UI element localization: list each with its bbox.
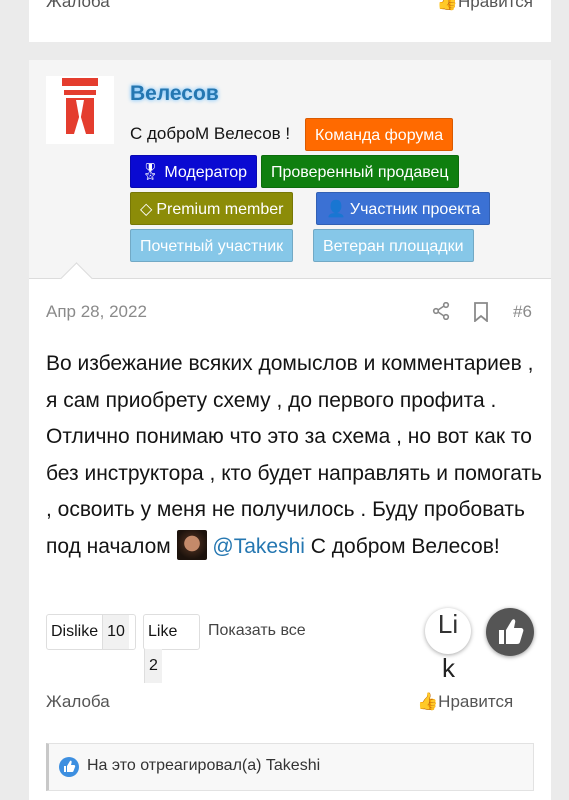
post: Велесов С доброМ Велесов ! Команда форум… <box>29 60 551 800</box>
user-info: Велесов С доброМ Велесов ! Команда форум… <box>29 60 551 279</box>
post-number[interactable]: #6 <box>513 302 532 322</box>
show-all-reactions-link[interactable]: Показать все <box>208 622 306 640</box>
badge-moderator: 🎖 Модератор <box>130 155 257 188</box>
like-button[interactable]: 👍Нравится <box>417 692 513 712</box>
badge-team: Команда форума <box>305 118 454 151</box>
dislike-count: 10 <box>102 615 129 649</box>
avatar[interactable] <box>46 76 114 144</box>
medal-icon: 🎖 <box>140 164 161 181</box>
badge-premium: ◇ Premium member <box>130 192 294 225</box>
user-title: С доброМ Велесов ! <box>130 124 291 143</box>
thumbs-up-icon <box>499 619 524 644</box>
page-gutter-left <box>0 0 29 800</box>
badge-verified-seller: Проверенный продавец <box>261 155 459 188</box>
post-separator <box>0 42 569 60</box>
previous-like-button[interactable]: 👍Нравится <box>437 0 533 12</box>
like-reaction-icon <box>59 757 79 777</box>
thumbs-up-icon: 👍 <box>436 0 458 11</box>
dislike-reaction[interactable]: Dislike 10 <box>46 614 136 650</box>
post-date[interactable]: Апр 28, 2022 <box>46 302 147 322</box>
badge-veteran: Ветеран площадки <box>313 229 474 262</box>
previous-post-footer: Жалоба 👍Нравится <box>29 0 551 42</box>
report-link[interactable]: Жалоба <box>46 692 110 712</box>
page-gutter-right <box>551 0 569 800</box>
share-icon[interactable] <box>432 301 450 325</box>
like-reaction[interactable]: Like2 <box>143 614 200 683</box>
badge-member: 👤 Участник проекта <box>316 192 491 225</box>
previous-report-link[interactable]: Жалоба <box>46 0 110 12</box>
floating-like-button[interactable]: Li k <box>425 608 471 683</box>
reactions-summary[interactable]: На это отреагировал(а) Takeshi <box>46 743 534 791</box>
diamond-icon: ◇ <box>140 201 153 218</box>
bookmark-icon[interactable] <box>473 302 489 327</box>
mention-avatar[interactable] <box>176 529 207 560</box>
red-logo-icon <box>62 78 98 134</box>
user-icon: 👤 <box>326 201 346 218</box>
badge-honored: Почетный участник <box>130 229 294 262</box>
username-link[interactable]: Велесов <box>130 82 219 106</box>
thumbs-up-icon: 👍 <box>417 692 439 711</box>
like-count: 2 <box>144 649 162 683</box>
mention-link[interactable]: @Takeshi <box>212 535 305 558</box>
post-body: Во избежание всяких домыслов и комментар… <box>46 352 542 560</box>
floating-thumbs-up-button[interactable] <box>486 608 534 656</box>
